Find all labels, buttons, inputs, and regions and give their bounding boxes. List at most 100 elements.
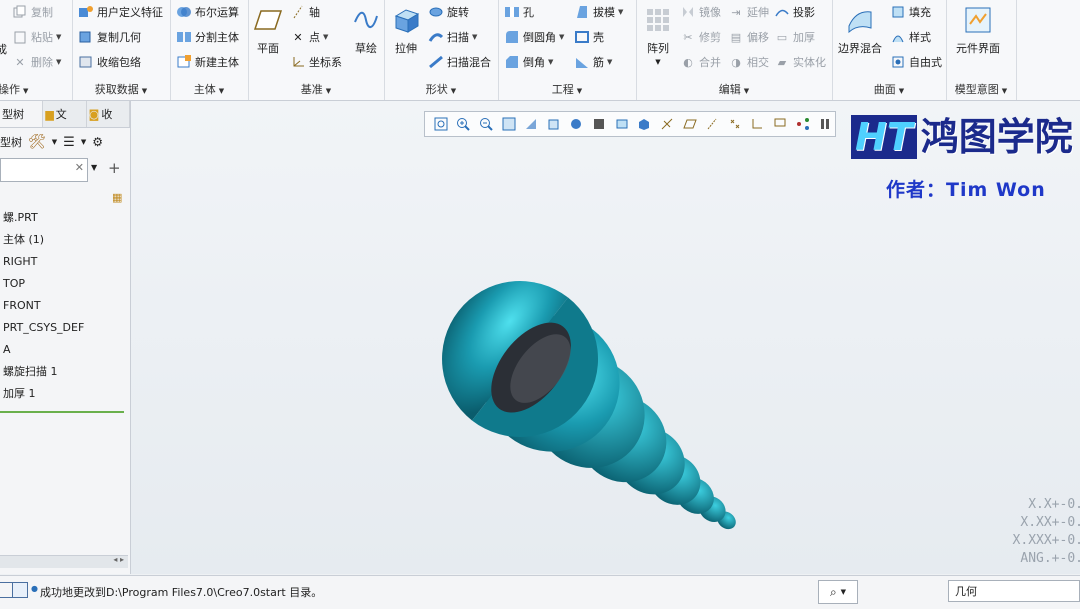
group-label-shapes[interactable]: 形状 ▼: [384, 81, 498, 97]
group-operations: 复制 粘贴 ▼ ✕ 删除 ▼ 成 操作 ▼: [0, 0, 73, 100]
group-label-datum[interactable]: 基准 ▼: [248, 81, 384, 97]
group-label-engineering[interactable]: 工程 ▼: [498, 81, 636, 97]
tree-item-top[interactable]: TOP: [0, 273, 128, 295]
trim-icon: ✂: [683, 30, 693, 44]
component-interface-button[interactable]: 元件界面: [956, 4, 1000, 56]
chevron-down-icon: ▼: [141, 87, 148, 95]
regenerate-button[interactable]: 成: [0, 40, 7, 58]
extend-icon: ⇥: [731, 5, 741, 19]
tree-item-helical-sweep[interactable]: 螺旋扫描 1: [0, 361, 128, 383]
plane-button[interactable]: 平面: [252, 4, 284, 56]
chevron-down-icon: ▼: [472, 33, 478, 41]
tab-model-tree[interactable]: 型树: [0, 101, 44, 127]
screw-model[interactable]: [131, 101, 1080, 574]
settings-icon[interactable]: 🛠: [28, 134, 46, 150]
chevron-down-icon: ▼: [56, 33, 62, 41]
freestyle-button[interactable]: 自由式: [890, 53, 942, 71]
rib-button[interactable]: 筋 ▼: [574, 53, 612, 71]
project-icon: [774, 4, 790, 20]
chevron-down-icon: ▼: [23, 87, 29, 95]
tree-item-axis-a[interactable]: A: [0, 339, 128, 361]
selection-filter[interactable]: 几何: [948, 580, 1080, 602]
offset-button[interactable]: ▤ 偏移: [728, 28, 769, 46]
paste-button[interactable]: 粘贴 ▼: [12, 28, 61, 46]
axis-button[interactable]: 轴: [290, 3, 320, 21]
model-tree: 螺.PRT 主体 (1) RIGHT TOP FRONT PRT_CSYS_DE…: [0, 207, 128, 413]
component-interface-icon: [962, 4, 994, 36]
tree-search-input[interactable]: ✕: [0, 158, 88, 182]
merge-button[interactable]: ◐ 合并: [680, 53, 721, 71]
axis-icon: [290, 4, 306, 20]
shell-button[interactable]: 壳: [574, 28, 604, 46]
extend-button[interactable]: ⇥ 延伸: [728, 3, 769, 21]
shrinkwrap-button[interactable]: 收缩包络: [78, 53, 141, 71]
full-screen-icon[interactable]: [12, 582, 28, 598]
draft-button[interactable]: 拔模 ▼: [574, 3, 623, 21]
show-icon[interactable]: ☰: [63, 135, 75, 150]
tree-filter-icon[interactable]: ⚙: [92, 135, 103, 149]
tree-item-bodies[interactable]: 主体 (1): [0, 229, 128, 251]
split-body-button[interactable]: 分割主体: [176, 28, 239, 46]
solidify-button[interactable]: ▰ 实体化: [774, 53, 826, 71]
delete-button[interactable]: ✕ 删除 ▼: [12, 53, 61, 71]
chamfer-button[interactable]: 倒角 ▼: [504, 53, 553, 71]
group-label-body[interactable]: 主体 ▼: [170, 81, 248, 97]
horizontal-scrollbar[interactable]: ◂ ▸: [0, 555, 128, 568]
udf-icon: [78, 4, 94, 20]
sketch-button[interactable]: 草绘: [350, 4, 382, 56]
tree-item-right[interactable]: RIGHT: [0, 251, 128, 273]
point-button[interactable]: ✕ 点 ▼: [290, 28, 328, 46]
scroll-arrows-icon[interactable]: ◂ ▸: [113, 555, 124, 564]
group-label-operations[interactable]: 操作 ▼: [0, 81, 72, 97]
tree-item-front[interactable]: FRONT: [0, 295, 128, 317]
find-button[interactable]: ⌕ ▼: [818, 580, 858, 604]
tree-item-thicken[interactable]: 加厚 1: [0, 383, 128, 405]
round-icon: [504, 29, 520, 45]
sweep-button[interactable]: 扫描 ▼: [428, 28, 477, 46]
hole-button[interactable]: 孔: [504, 3, 534, 21]
graphics-window[interactable]: HT 鸿图学院 作者：Tim Won X.X+-0. X.XX+-0. X.XX…: [131, 101, 1080, 574]
pattern-button[interactable]: 阵列 ▼: [642, 4, 674, 66]
extrude-button[interactable]: 拉伸: [390, 4, 422, 56]
tree-item-csys[interactable]: PRT_CSYS_DEF: [0, 317, 128, 339]
group-label-get-data[interactable]: 获取数据 ▼: [72, 81, 170, 97]
tree-item-part[interactable]: 螺.PRT: [0, 207, 128, 229]
shrinkwrap-icon: [78, 54, 94, 70]
extrude-icon: [390, 4, 422, 36]
boolean-button[interactable]: 布尔运算: [176, 3, 239, 21]
chevron-down-icon[interactable]: ▼: [52, 138, 57, 146]
chevron-down-icon: ▼: [840, 588, 847, 596]
insert-indicator[interactable]: [0, 411, 124, 413]
freestyle-icon: [890, 54, 906, 70]
boolean-icon: [176, 4, 192, 20]
add-icon[interactable]: +: [108, 159, 121, 177]
copy-geometry-button[interactable]: 复制几何: [78, 28, 141, 46]
column-settings-icon[interactable]: ▦: [112, 191, 122, 204]
group-label-surfaces[interactable]: 曲面 ▼: [832, 81, 946, 97]
swept-blend-button[interactable]: 扫描混合: [428, 53, 491, 71]
group-label-model-intent[interactable]: 模型意图 ▼: [946, 81, 1016, 97]
tab-favorites[interactable]: ◙ 收: [87, 101, 130, 127]
revolve-button[interactable]: 旋转: [428, 3, 469, 21]
new-body-button[interactable]: 新建主体: [176, 53, 239, 71]
clear-icon[interactable]: ✕: [75, 161, 84, 174]
thicken-button[interactable]: ▭ 加厚: [774, 28, 815, 46]
group-label-editing[interactable]: 编辑 ▼: [636, 81, 832, 97]
csys-button[interactable]: 坐标系: [290, 53, 342, 71]
thicken-icon: ▭: [776, 30, 788, 44]
trim-button[interactable]: ✂ 修剪: [680, 28, 721, 46]
fill-button[interactable]: 填充: [890, 3, 931, 21]
round-button[interactable]: 倒圆角 ▼: [504, 28, 564, 46]
copy-button[interactable]: 复制: [12, 3, 53, 21]
intersect-button[interactable]: ◑ 相交: [728, 53, 769, 71]
chevron-down-icon[interactable]: ▼: [81, 138, 86, 146]
rib-icon: [574, 54, 590, 70]
style-button[interactable]: 样式: [890, 28, 931, 46]
project-button[interactable]: 投影: [774, 3, 815, 21]
boundary-blend-button[interactable]: 边界混合: [838, 4, 882, 56]
chevron-down-icon[interactable]: ▼: [91, 163, 97, 172]
model-tree-panel: 型树 ▆ 文 ◙ 收 型树 🛠 ▼ ☰ ▼ ⚙ ✕ ▼ + ▦ 螺.PRT 主体 (1)…: [0, 101, 131, 574]
udf-button[interactable]: 用户定义特征: [78, 3, 163, 21]
tab-folder-browser[interactable]: ▆ 文: [43, 101, 87, 127]
mirror-button[interactable]: 镜像: [680, 3, 721, 21]
